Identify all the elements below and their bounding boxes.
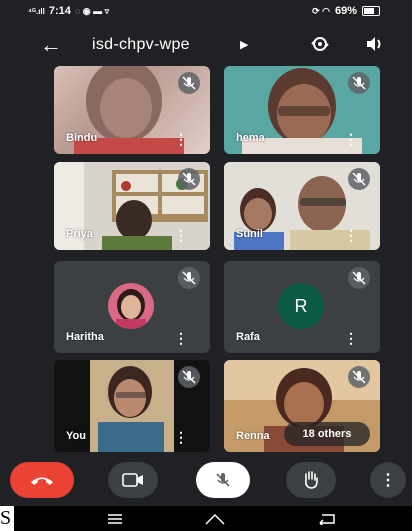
participant-tile[interactable]: R Rafa ⋮	[224, 261, 380, 353]
more-options-icon[interactable]: ⋮	[344, 331, 358, 345]
system-nav-bar	[0, 506, 412, 531]
more-options-button[interactable]: ⋮	[370, 462, 406, 498]
caret-right-icon[interactable]: ▶	[240, 38, 248, 51]
participant-tile[interactable]: Bindu ⋮	[54, 66, 210, 154]
wifi-icon: ⟳ ◠	[312, 5, 330, 16]
meeting-code[interactable]: isd-chpv-wpe	[92, 36, 190, 54]
mic-off-icon	[348, 72, 370, 94]
participant-name: Bindu	[66, 132, 98, 144]
call-controls: ⋮	[0, 456, 412, 506]
participant-name: hema	[236, 132, 265, 144]
phone-hangup-icon	[31, 477, 53, 485]
home-icon[interactable]	[204, 512, 226, 530]
mic-off-icon	[178, 366, 200, 388]
participant-name: Sunil	[236, 228, 263, 240]
participant-tile[interactable]: Sunil ⋮	[224, 162, 380, 250]
more-options-icon[interactable]: ⋮	[174, 132, 188, 146]
battery-icon	[362, 6, 380, 16]
hand-icon	[305, 471, 318, 489]
more-options-icon[interactable]: ⋮	[344, 132, 358, 146]
stray-letter: S	[0, 506, 14, 531]
recents-icon[interactable]	[106, 512, 124, 530]
back-arrow-icon[interactable]: ←	[40, 34, 62, 56]
participant-name: Rafa	[236, 331, 260, 343]
more-options-icon[interactable]: ⋮	[174, 331, 188, 345]
signal-icon: ⁴ᴳ.ıll	[28, 6, 45, 16]
participant-name: Priya	[66, 228, 93, 240]
switch-camera-icon[interactable]	[310, 34, 330, 59]
mic-off-icon	[178, 267, 200, 289]
participant-name: Haritha	[66, 331, 104, 343]
more-options-icon[interactable]: ⋮	[174, 228, 188, 242]
meeting-top-bar: ← isd-chpv-wpe ▶	[0, 28, 412, 62]
participant-tile[interactable]: Haritha ⋮	[54, 261, 210, 353]
raise-hand-button[interactable]	[286, 462, 336, 498]
speaker-icon[interactable]	[364, 34, 384, 59]
participant-tile[interactable]: You ⋮	[54, 360, 210, 452]
avatar: R	[278, 283, 324, 329]
others-chip[interactable]: 18 others	[284, 422, 370, 446]
video-camera-icon	[122, 473, 143, 487]
more-vert-icon: ⋮	[380, 472, 396, 489]
participant-name: You	[66, 430, 86, 442]
phone-screen: ⁴ᴳ.ıll 7:14 ◌ ◉ ▬ ▿ ⟳ ◠ 69% ← isd-chpv-w…	[0, 0, 412, 531]
mic-off-icon	[178, 72, 200, 94]
participant-name: Renna	[236, 430, 270, 442]
participant-tile[interactable]: Priya ⋮	[54, 162, 210, 250]
participant-tile[interactable]: hema ⋮	[224, 66, 380, 154]
mic-toggle-button[interactable]	[196, 462, 250, 498]
mic-off-icon	[348, 366, 370, 388]
mic-off-icon	[216, 473, 230, 487]
more-options-icon[interactable]: ⋮	[174, 430, 188, 444]
more-options-icon[interactable]: ⋮	[344, 228, 358, 242]
mic-off-icon	[348, 267, 370, 289]
mic-off-icon	[348, 168, 370, 190]
back-icon[interactable]	[316, 512, 338, 530]
battery-percent: 69%	[334, 5, 357, 17]
avatar	[108, 283, 154, 329]
end-call-button[interactable]	[10, 462, 74, 498]
notification-icons: ◌ ◉ ▬ ▿	[74, 5, 110, 16]
mic-off-icon	[178, 168, 200, 190]
camera-toggle-button[interactable]	[108, 462, 158, 498]
status-bar: ⁴ᴳ.ıll 7:14 ◌ ◉ ▬ ▿ ⟳ ◠ 69%	[0, 0, 412, 22]
status-time: 7:14	[48, 5, 71, 17]
